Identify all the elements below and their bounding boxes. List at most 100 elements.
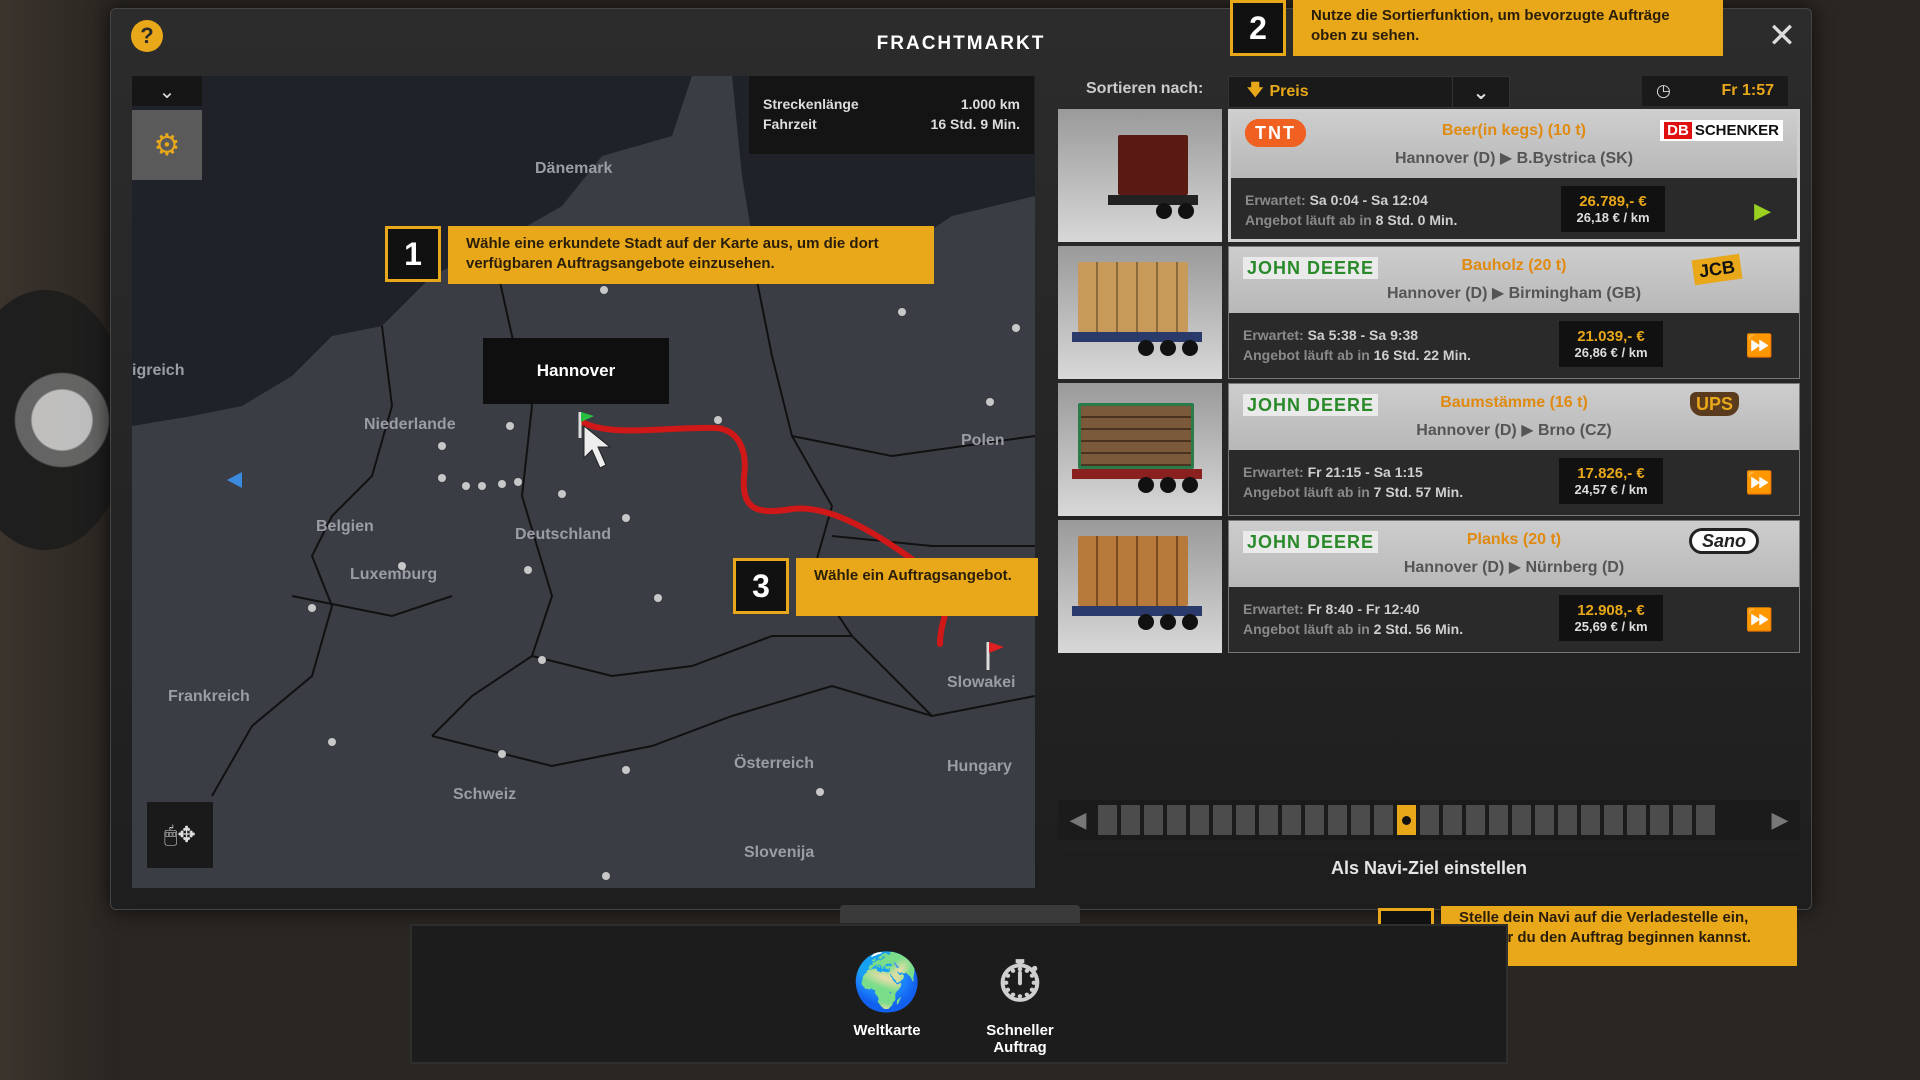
offer-card[interactable]: JOHN DEERE Planks (20 t) Hannover (D) ▶ …	[1228, 520, 1800, 653]
city-dot[interactable]	[478, 482, 486, 490]
offer-header: JOHN DEERE Bauholz (20 t) Hannover (D) ▶…	[1229, 247, 1799, 313]
player-position-icon	[227, 472, 242, 488]
map-label-niederlande: Niederlande	[364, 416, 456, 433]
pager-page-segment[interactable]	[1420, 805, 1439, 835]
pager-page-segment[interactable]	[1144, 805, 1163, 835]
pager-page-segment[interactable]	[1282, 805, 1301, 835]
offer-price: 12.908,- €	[1577, 602, 1645, 619]
tip-3-text: Wähle ein Auftragsangebot.	[796, 558, 1038, 616]
pager-page-segment[interactable]	[1558, 805, 1577, 835]
world-map[interactable]: Dänemark Niederlande Polen Belgien Deuts…	[132, 76, 1035, 888]
trailer-chassis	[1072, 469, 1202, 479]
pager-page-segment[interactable]	[1535, 805, 1554, 835]
pager-page-segment[interactable]	[1374, 805, 1393, 835]
wheel	[1182, 477, 1198, 493]
city-dot[interactable]	[986, 398, 994, 406]
offer-card[interactable]: JOHN DEERE Baumstämme (16 t) Hannover (D…	[1228, 383, 1800, 516]
offer-thumbnail[interactable]	[1058, 109, 1222, 242]
quick-job-label-line2: Auftrag	[993, 1039, 1047, 1056]
help-button[interactable]: ?	[131, 20, 163, 52]
trailer-image	[1078, 403, 1194, 469]
city-dot[interactable]	[498, 480, 506, 488]
close-button[interactable]: ✕	[1764, 17, 1800, 55]
city-dot[interactable]	[1012, 324, 1020, 332]
pager-page-segment[interactable]	[1604, 805, 1623, 835]
map-filter-button[interactable]: ⚙	[132, 110, 202, 180]
fast-forward-offer-button[interactable]: ⏩	[1746, 333, 1773, 359]
game-clock: ◷ Fr 1:57	[1642, 76, 1788, 106]
pager-page-segment[interactable]	[1489, 805, 1508, 835]
world-map-button[interactable]: 🌍 Weltkarte	[832, 942, 942, 1039]
set-navigation-button[interactable]: Als Navi-Ziel einstellen	[1058, 852, 1800, 884]
city-dot[interactable]	[898, 308, 906, 316]
fast-forward-offer-button[interactable]: ⏩	[1746, 470, 1773, 496]
pager-page-segment[interactable]	[1328, 805, 1347, 835]
pager-page-segment[interactable]	[1512, 805, 1531, 835]
city-dot[interactable]	[514, 478, 522, 486]
distance-value: 1.000 km	[960, 96, 1020, 112]
clock-time: Fr 1:57	[1721, 82, 1774, 99]
pager-page-segment[interactable]	[1696, 805, 1715, 835]
expected-value: Fr 8:40 - Fr 12:40	[1307, 601, 1420, 617]
city-dot[interactable]	[438, 474, 446, 482]
pager-next-button[interactable]: ▶	[1760, 807, 1800, 833]
map-collapse-button[interactable]: ⌄	[132, 76, 202, 106]
pager-page-segment[interactable]	[1673, 805, 1692, 835]
city-dot[interactable]	[602, 872, 610, 880]
pager-page-segment[interactable]	[1190, 805, 1209, 835]
pager-page-segment[interactable]	[1627, 805, 1646, 835]
pager-page-segment[interactable]	[1397, 805, 1416, 835]
pager-page-segment[interactable]	[1213, 805, 1232, 835]
offer-thumbnail[interactable]	[1058, 246, 1222, 379]
offer-card[interactable]: JOHN DEERE Bauholz (20 t) Hannover (D) ▶…	[1228, 246, 1800, 379]
offer-thumbnail[interactable]	[1058, 383, 1222, 516]
city-dot[interactable]	[498, 750, 506, 758]
pager-page-segment[interactable]	[1466, 805, 1485, 835]
tip-1-text: Wähle eine erkundete Stadt auf der Karte…	[448, 226, 934, 284]
city-dot[interactable]	[622, 766, 630, 774]
dest-company-name: JCB	[1691, 253, 1743, 286]
city-dot[interactable]	[622, 514, 630, 522]
quick-job-button[interactable]: ⏱ Schneller Auftrag	[965, 942, 1075, 1057]
city-dot[interactable]	[524, 566, 532, 574]
wheel	[1138, 614, 1154, 630]
offer-header: TNT Beer(in kegs) (10 t) Hannover (D) ▶ …	[1231, 112, 1797, 178]
city-dot[interactable]	[308, 604, 316, 612]
map-label-slovenija: Slovenija	[744, 844, 815, 861]
pager-page-segment[interactable]	[1305, 805, 1324, 835]
pager-page-segment[interactable]	[1121, 805, 1140, 835]
city-dot[interactable]	[558, 490, 566, 498]
db-logo-prefix: DB	[1664, 122, 1692, 139]
pager-page-segment[interactable]	[1443, 805, 1462, 835]
city-dot[interactable]	[714, 416, 722, 424]
pager-page-segment[interactable]	[1098, 805, 1117, 835]
offer-pager: ◀ ▶	[1058, 800, 1800, 840]
pager-page-segment[interactable]	[1650, 805, 1669, 835]
city-dot[interactable]	[654, 594, 662, 602]
start-flag-icon	[581, 412, 594, 422]
pager-page-segment[interactable]	[1236, 805, 1255, 835]
city-dot[interactable]	[538, 656, 546, 664]
city-dot[interactable]	[398, 562, 406, 570]
pager-prev-button[interactable]: ◀	[1058, 807, 1098, 833]
pager-page-segment[interactable]	[1167, 805, 1186, 835]
city-dot[interactable]	[328, 738, 336, 746]
city-dot[interactable]	[600, 286, 608, 294]
sort-dropdown[interactable]: 🡇 Preis ⌄	[1228, 76, 1510, 108]
offer-thumbnail[interactable]	[1058, 520, 1222, 653]
offer-price-per-km: 26,18 € / km	[1576, 210, 1650, 225]
pager-page-segment[interactable]	[1581, 805, 1600, 835]
city-dot[interactable]	[462, 482, 470, 490]
offer-expires: Angebot läuft ab in 16 Std. 22 Min.	[1243, 347, 1471, 363]
offer-header: JOHN DEERE Planks (20 t) Hannover (D) ▶ …	[1229, 521, 1799, 587]
pager-page-segment[interactable]	[1351, 805, 1370, 835]
city-dot[interactable]	[438, 442, 446, 450]
fast-forward-offer-button[interactable]: ⏩	[1746, 607, 1773, 633]
offer-card[interactable]: TNT Beer(in kegs) (10 t) Hannover (D) ▶ …	[1228, 109, 1800, 242]
map-graphic	[132, 76, 1035, 797]
city-dot[interactable]	[506, 422, 514, 430]
accept-offer-button[interactable]: ▶	[1754, 198, 1771, 224]
offer-price: 17.826,- €	[1577, 465, 1645, 482]
pager-page-segment[interactable]	[1259, 805, 1278, 835]
city-dot[interactable]	[816, 788, 824, 796]
